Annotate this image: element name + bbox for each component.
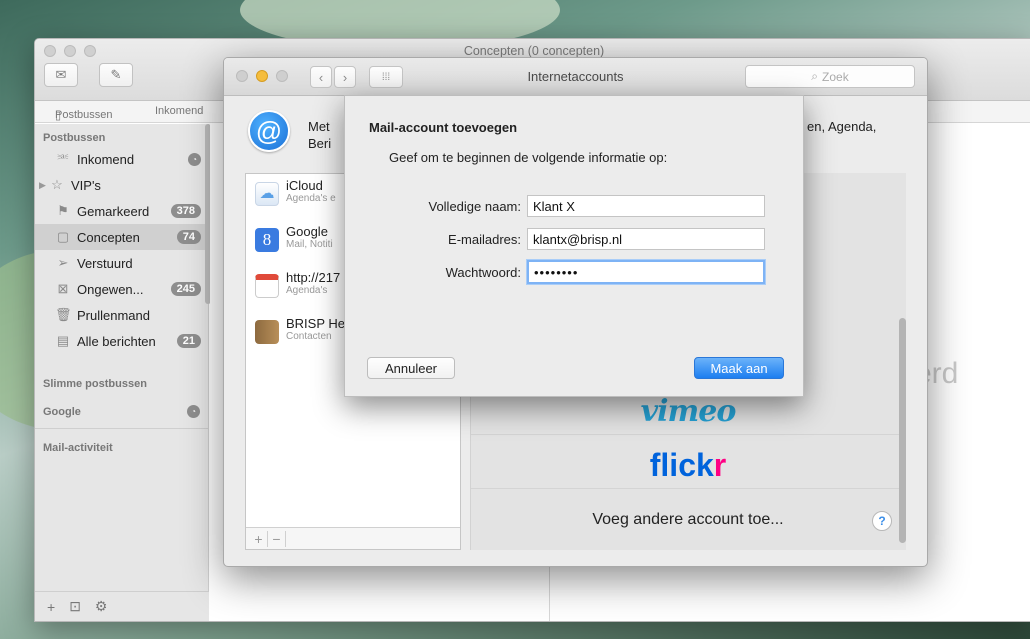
- archive-icon: ▤: [56, 333, 70, 348]
- add-mailbox-button[interactable]: +: [47, 599, 55, 615]
- full-name-label: Volledige naam:: [428, 199, 521, 214]
- mailbox-sidebar: Postbussen ⎃ Inkomend ◔ ▶ ☆ VIP's ⚑ Gema…: [35, 124, 211, 621]
- google-icon: 8: [255, 228, 279, 252]
- sidebar-item-junk[interactable]: ⊠ Ongewen... 245: [35, 276, 209, 302]
- sheet-title: Mail-account toevoegen: [369, 120, 518, 135]
- section-mailboxes: Postbussen: [43, 132, 106, 144]
- provider-flickr[interactable]: flickr: [471, 443, 905, 489]
- flickr-logo: flickr: [649, 447, 727, 483]
- flag-icon: ⚑: [57, 203, 69, 218]
- paperplane-icon: ➢: [57, 255, 69, 270]
- at-sign-icon: @: [248, 110, 290, 152]
- inbox-icon: ⎃: [57, 151, 69, 166]
- email-field[interactable]: [527, 228, 765, 250]
- section-google[interactable]: Google: [43, 406, 81, 418]
- sheet-description: Geef om te beginnen de volgende informat…: [389, 150, 668, 165]
- account-list-buttons: + −: [246, 527, 460, 549]
- activity-icon: ◔: [187, 405, 200, 418]
- star-icon: ☆: [51, 177, 63, 192]
- drafts-count-badge: 74: [176, 230, 201, 244]
- compose-button[interactable]: ✎: [99, 63, 133, 87]
- envelope-icon: ✉: [55, 67, 67, 82]
- sidebar-item-trash[interactable]: 🗑 Prullenmand: [35, 302, 209, 328]
- sidebar-item-inbox[interactable]: ⎃ Inkomend ◔: [35, 146, 209, 172]
- sidebar-item-vips[interactable]: ▶ ☆ VIP's: [35, 172, 209, 198]
- inbox-tab[interactable]: Inkomend: [155, 105, 203, 117]
- document-icon: ▢: [56, 229, 70, 244]
- sidebar-item-all-mail[interactable]: ▤ Alle berichten 21: [35, 328, 209, 354]
- email-label: E-mailadres:: [448, 232, 521, 247]
- contacts-icon: [255, 320, 279, 344]
- full-name-field[interactable]: [527, 195, 765, 217]
- password-label: Wachtwoord:: [445, 265, 521, 280]
- activity-icon: ◔: [188, 152, 201, 166]
- calendar-icon: [255, 274, 279, 298]
- disclosure-icon: ▶: [39, 179, 46, 190]
- add-other-account[interactable]: Voeg andere account toe...: [471, 497, 905, 543]
- sidebar-actions: + ⊡ ⚙: [35, 591, 209, 621]
- trash-icon: 🗑: [55, 307, 72, 322]
- help-button[interactable]: ?: [872, 511, 892, 531]
- sidebar-item-sent[interactable]: ➢ Verstuurd: [35, 250, 209, 276]
- create-button[interactable]: Maak aan: [694, 357, 784, 379]
- search-icon: ⌕: [811, 69, 819, 83]
- add-account-button[interactable]: +: [250, 531, 268, 547]
- prefs-titlebar: ‹ › ⁞⁞⁞ Internetaccounts ⌕ Zoek: [224, 58, 927, 96]
- get-mail-button[interactable]: ✉: [44, 63, 78, 87]
- junk-icon: ⊠: [57, 281, 69, 296]
- junk-count-badge: 245: [170, 282, 201, 296]
- vimeo-logo: vimeo: [640, 394, 737, 429]
- remove-account-button[interactable]: −: [268, 531, 286, 547]
- archive-toggle-icon[interactable]: ⊡: [69, 598, 81, 615]
- sidebar-divider: [35, 428, 209, 429]
- flagged-count-badge: 378: [170, 204, 201, 218]
- all-mail-count-badge: 21: [176, 334, 201, 348]
- cancel-button[interactable]: Annuleer: [367, 357, 455, 379]
- gear-icon[interactable]: ⚙: [95, 598, 108, 615]
- sidebar-item-drafts[interactable]: ▢ Concepten 74: [35, 224, 209, 250]
- password-field[interactable]: [527, 260, 765, 284]
- section-smart-mailboxes: Slimme postbussen: [43, 378, 147, 390]
- add-mail-account-sheet: Mail-account toevoegen Geef om te beginn…: [344, 95, 804, 397]
- window-title: Concepten (0 concepten): [463, 44, 605, 58]
- provider-scrollbar[interactable]: [899, 318, 906, 543]
- section-mail-activity: Mail-activiteit: [43, 442, 113, 454]
- icloud-icon: ☁: [255, 182, 279, 206]
- sidebar-item-flagged[interactable]: ⚑ Gemarkeerd 378: [35, 198, 209, 224]
- compose-icon: ✎: [110, 67, 122, 82]
- search-field[interactable]: ⌕ Zoek: [745, 65, 915, 88]
